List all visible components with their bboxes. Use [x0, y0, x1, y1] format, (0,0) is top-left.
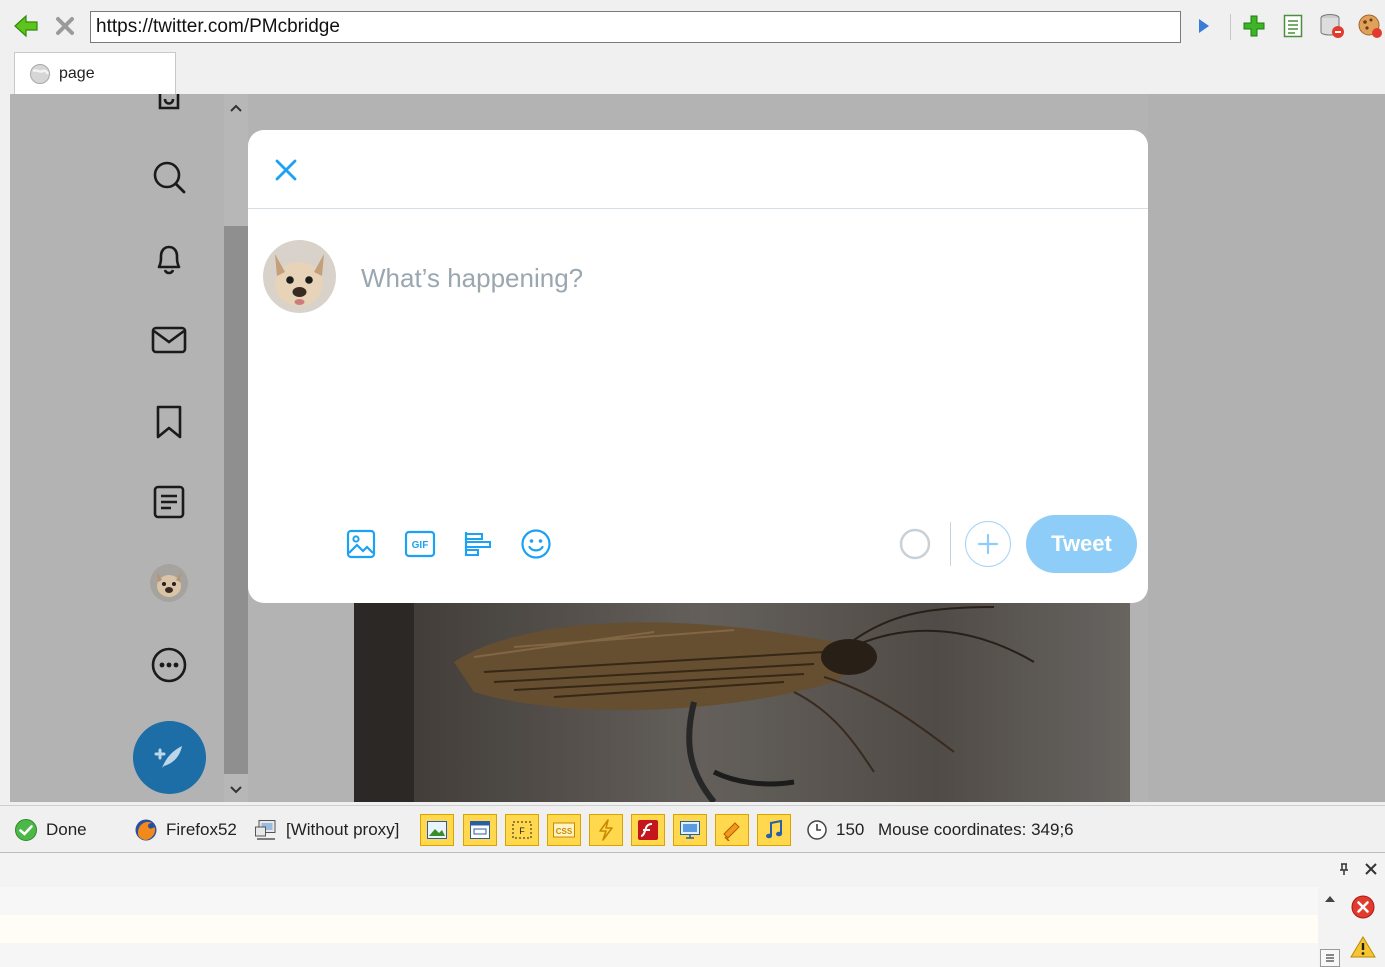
- poll-icon[interactable]: [460, 526, 496, 562]
- add-icon[interactable]: [1240, 12, 1268, 40]
- tweet-button[interactable]: Tweet: [1026, 515, 1137, 573]
- bookmark-icon[interactable]: [150, 403, 188, 441]
- timer: 150: [806, 818, 864, 842]
- composer-avatar: [263, 240, 336, 313]
- globe-icon: [30, 63, 50, 84]
- emoji-icon[interactable]: [518, 526, 554, 562]
- browser-version[interactable]: Firefox52: [134, 818, 237, 842]
- url-bar[interactable]: https://twitter.com/PMcbridge: [90, 11, 1181, 43]
- status-bar: Done Firefox52 [Without proxy] F CSS 150…: [0, 805, 1385, 853]
- log-row: [0, 915, 1318, 943]
- tweet-input[interactable]: [361, 258, 1121, 298]
- log-panel: [0, 853, 1385, 967]
- css-tool-icon[interactable]: CSS: [547, 814, 581, 846]
- svg-text:GIF: GIF: [412, 540, 429, 551]
- cookie-icon[interactable]: [1356, 12, 1384, 40]
- megaphone-tool-icon[interactable]: [715, 814, 749, 846]
- browser-name: Firefox52: [166, 820, 237, 839]
- log-list-icon[interactable]: [1320, 949, 1340, 967]
- more-icon[interactable]: [150, 646, 188, 684]
- viewport-gutter: [0, 94, 10, 802]
- modal-header: [248, 130, 1148, 209]
- svg-text:F: F: [519, 826, 525, 836]
- pin-icon[interactable]: [1334, 859, 1354, 879]
- bell-icon[interactable]: [150, 240, 188, 278]
- check-circle-icon: [15, 819, 37, 841]
- error-icon[interactable]: [1349, 893, 1377, 921]
- plus-icon: [977, 533, 999, 555]
- monitor-tool-icon[interactable]: [673, 814, 707, 846]
- proxy-setting[interactable]: [Without proxy]: [254, 818, 399, 842]
- bookmark-partial-icon[interactable]: [150, 94, 188, 120]
- list-icon[interactable]: [150, 483, 188, 521]
- scroll-up-small-icon[interactable]: [1320, 891, 1340, 907]
- gif-icon[interactable]: GIF: [402, 526, 438, 562]
- svg-text:CSS: CSS: [556, 827, 573, 836]
- database-icon[interactable]: [1318, 12, 1346, 40]
- close-icon[interactable]: [268, 152, 304, 188]
- right-column: [1148, 94, 1385, 802]
- character-count-ring: [899, 528, 931, 560]
- lightning-tool-icon[interactable]: [589, 814, 623, 846]
- log-row: [0, 943, 1318, 967]
- photo-dim-overlay: [354, 602, 1130, 802]
- frame-tool-icon[interactable]: F: [505, 814, 539, 846]
- stop-icon[interactable]: [51, 12, 79, 40]
- twitter-sidebar: [10, 94, 224, 802]
- mouse-coordinates-text: Mouse coordinates: 349;6: [878, 820, 1074, 839]
- toolbar-separator: [1230, 14, 1231, 40]
- status-text: Done: [46, 820, 87, 839]
- window-tool-icon[interactable]: [463, 814, 497, 846]
- tab-page[interactable]: page: [14, 52, 176, 94]
- flash-tool-icon[interactable]: [631, 814, 665, 846]
- log-row: [0, 887, 1318, 915]
- scrollbar-thumb[interactable]: [224, 226, 248, 774]
- compose-tweet-modal: GIF Tweet: [248, 130, 1148, 603]
- browser-toolbar: https://twitter.com/PMcbridge: [0, 0, 1385, 50]
- network-icon: [255, 820, 276, 840]
- image-tool-icon[interactable]: [420, 814, 454, 846]
- avatar[interactable]: [150, 564, 188, 602]
- tab-label: page: [59, 64, 95, 82]
- compose-icon[interactable]: [133, 721, 206, 794]
- close-panel-icon[interactable]: [1360, 859, 1382, 879]
- clock-icon: [807, 820, 827, 840]
- proxy-text: [Without proxy]: [286, 820, 400, 839]
- mouse-coordinates: Mouse coordinates: 349;6: [870, 818, 1074, 842]
- add-tweet-button[interactable]: [965, 521, 1011, 567]
- page-icon[interactable]: [1279, 12, 1307, 40]
- timer-value: 150: [836, 820, 865, 839]
- firefox-icon: [135, 819, 157, 841]
- scroll-up-arrow[interactable]: [224, 98, 248, 118]
- scroll-down-arrow[interactable]: [224, 780, 248, 800]
- back-arrow-icon[interactable]: [12, 12, 40, 40]
- warning-icon[interactable]: [1349, 933, 1377, 961]
- mail-icon[interactable]: [150, 321, 188, 359]
- go-icon[interactable]: [1190, 12, 1218, 40]
- search-icon[interactable]: [150, 158, 188, 196]
- toolbar-divider: [950, 522, 951, 566]
- tab-strip: page: [0, 50, 1385, 94]
- status-done: Done: [14, 818, 87, 842]
- image-icon[interactable]: [343, 526, 379, 562]
- music-tool-icon[interactable]: [757, 814, 791, 846]
